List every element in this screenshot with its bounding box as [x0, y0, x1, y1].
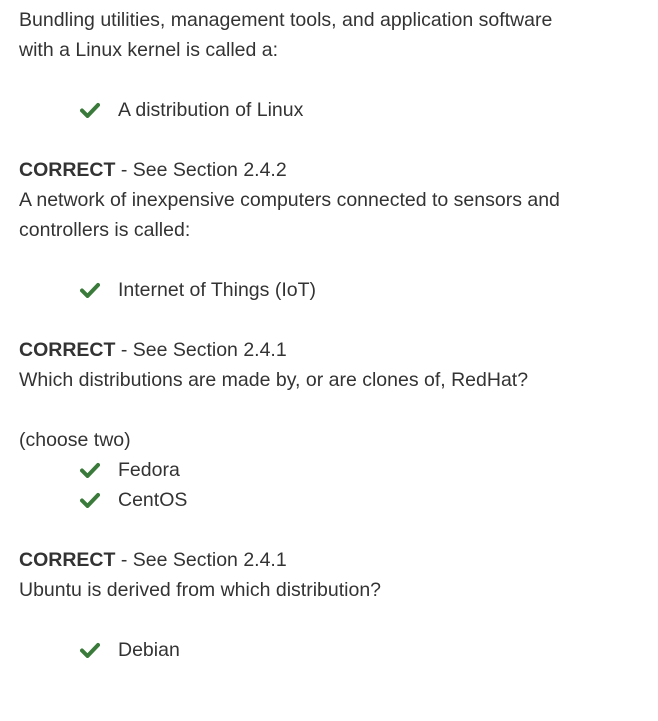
checkmark-icon — [80, 283, 100, 298]
answer-label: Debian — [118, 639, 180, 661]
question-note: (choose two) — [19, 429, 131, 451]
question-text: A network of inexpensive computers conne… — [19, 189, 560, 211]
answer-label: A distribution of Linux — [118, 99, 304, 121]
checkmark-icon — [80, 463, 100, 478]
checkmark-icon — [80, 103, 100, 118]
selected-answer: Debian — [19, 635, 639, 665]
result-status: CORRECT — [19, 549, 116, 571]
result-status: CORRECT — [19, 159, 116, 181]
selected-answer: Fedora — [19, 455, 639, 485]
quiz-review: Bundling utilities, management tools, an… — [19, 5, 639, 665]
question-text: Ubuntu is derived from which distributio… — [19, 579, 382, 601]
result-reference: - See Section 2.4.1 — [115, 339, 287, 361]
selected-answer: CentOS — [19, 485, 639, 515]
question-2: CORRECT - See Section 2.4.2 A network of… — [19, 155, 639, 335]
result-reference: - See Section 2.4.1 — [115, 549, 287, 571]
question-4: CORRECT - See Section 2.4.1 Ubuntu is de… — [19, 545, 639, 665]
answer-label: Internet of Things (IoT) — [118, 279, 316, 301]
answer-label: CentOS — [118, 489, 188, 511]
selected-answer: A distribution of Linux — [19, 95, 639, 125]
result-line: CORRECT - See Section 2.4.2 — [19, 155, 639, 185]
question-text: with a Linux kernel is called a: — [19, 39, 279, 61]
checkmark-icon — [80, 493, 100, 508]
result-reference: - See Section 2.4.2 — [115, 159, 287, 181]
result-line: CORRECT - See Section 2.4.1 — [19, 545, 639, 575]
question-3: CORRECT - See Section 2.4.1 Which distri… — [19, 335, 639, 545]
question-text: controllers is called: — [19, 219, 191, 241]
selected-answer: Internet of Things (IoT) — [19, 275, 639, 305]
question-text: Bundling utilities, management tools, an… — [19, 9, 553, 31]
answer-label: Fedora — [118, 459, 180, 481]
question-text: Which distributions are made by, or are … — [19, 369, 529, 391]
result-line: CORRECT - See Section 2.4.1 — [19, 335, 639, 365]
question-1: Bundling utilities, management tools, an… — [19, 5, 639, 155]
checkmark-icon — [80, 643, 100, 658]
result-status: CORRECT — [19, 339, 116, 361]
